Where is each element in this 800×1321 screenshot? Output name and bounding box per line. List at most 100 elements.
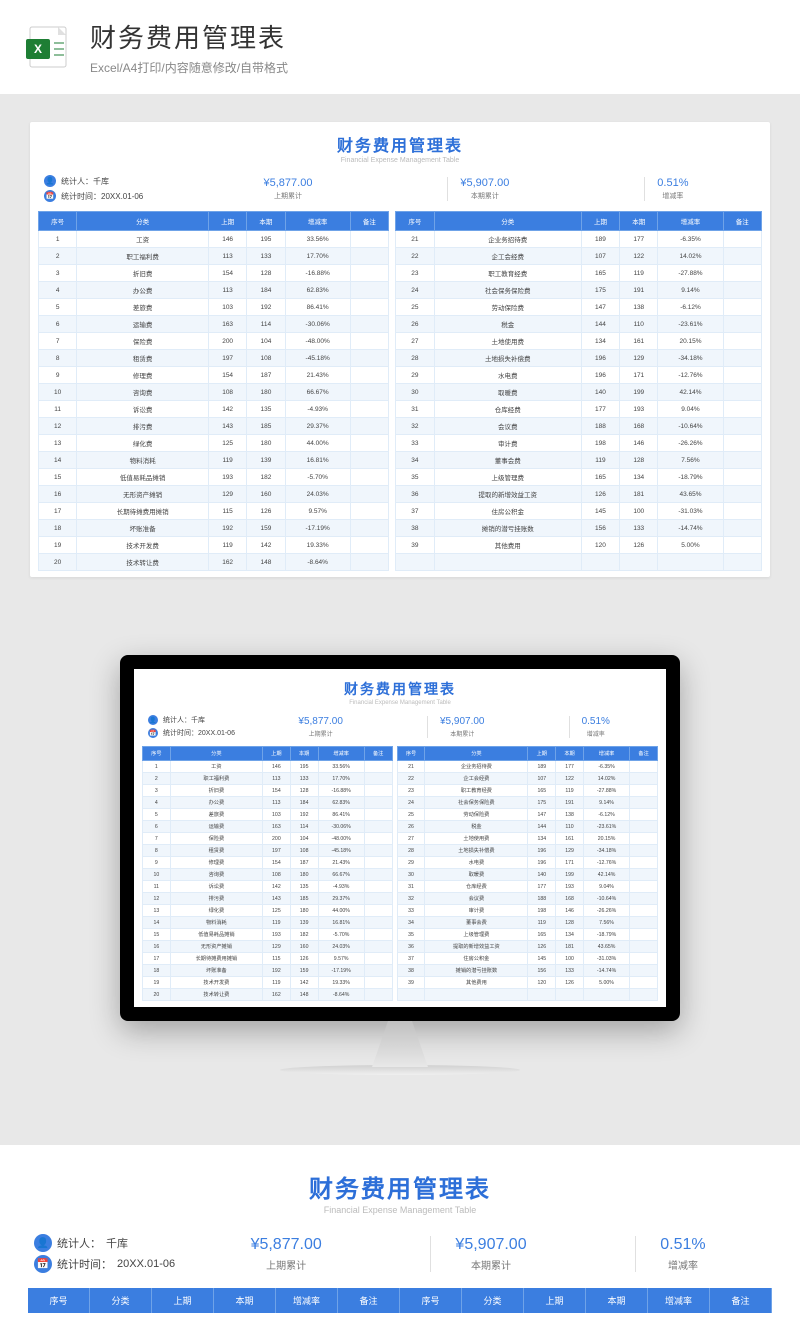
col-header: 上期	[208, 212, 246, 231]
col-header: 序号	[397, 747, 425, 761]
col-header: 本期	[620, 212, 658, 231]
stat-value: ¥5,877.00	[251, 1236, 322, 1254]
col-header: 本期	[586, 1288, 648, 1313]
table-row: 14物料消耗11913916.81%34董事会费1191287.56%	[39, 452, 762, 469]
stat-label: 增减率	[657, 191, 688, 201]
col-header: 备注	[350, 212, 388, 231]
col-header: 分类	[434, 212, 581, 231]
table-row: 3折旧费154128-16.88%23职工教育经费165119-27.88%	[143, 785, 658, 797]
table-row: 7保险费200104-48.00%27土地使用费13416120.15%	[143, 833, 658, 845]
calendar-icon: 📅	[148, 728, 158, 738]
person-value: 千库	[106, 1235, 128, 1251]
table-row: 1工资14619533.56%21企业务招待费189177-6.35%	[143, 761, 658, 773]
calendar-icon: 📅	[44, 190, 56, 202]
stat-label: 上期累计	[251, 1257, 322, 1272]
sheet-subtitle: Financial Expense Management Table	[28, 1205, 772, 1215]
monitor-mockup: 财务费用管理表 Financial Expense Management Tab…	[0, 605, 800, 1145]
col-header: 增减率	[648, 1288, 710, 1313]
col-header: 分类	[425, 747, 528, 761]
stat-value: 0.51%	[660, 1236, 705, 1254]
table-row: 10咨询费10818066.67%30取暖费14019942.14%	[143, 869, 658, 881]
spreadsheet-preview-flat: 财务费用管理表 Financial Expense Management Tab…	[30, 122, 770, 577]
table-row: 18坏账准备192159-17.19%38摊销的潜亏挂账数156133-14.7…	[39, 520, 762, 537]
sheet-title: 财务费用管理表	[38, 132, 762, 156]
spreadsheet-preview-monitor: 财务费用管理表 Financial Expense Management Tab…	[134, 669, 666, 1007]
table-row: 15低值易耗品摊销193182-5.70%35上级管理费165134-18.79…	[39, 469, 762, 486]
stat-value: ¥5,877.00	[298, 716, 343, 727]
stat-value: ¥5,907.00	[455, 1236, 526, 1254]
person-text: 统计人：千库	[61, 176, 109, 187]
table-row: 12排污费14318529.37%32会议费188168-10.64%	[143, 893, 658, 905]
table-row: 13绿化费12518044.00%33审计费198146-26.26%	[39, 435, 762, 452]
table-row: 19技术开发费11914219.33%39其他费用1201265.00%	[39, 537, 762, 554]
col-header: 备注	[710, 1288, 772, 1313]
table-row: 15低值易耗品摊销193182-5.70%35上级管理费165134-18.79…	[143, 929, 658, 941]
stat-label: 本期累计	[440, 729, 485, 738]
time-text: 统计时间：20XX.01-06	[61, 191, 143, 202]
col-header: 本期	[556, 747, 584, 761]
table-row: 11诉讼费142135-4.93%31仓库经费1771939.04%	[143, 881, 658, 893]
product-subtitle: Excel/A4打印/内容随意修改/自带格式	[90, 59, 288, 76]
expense-table: 序号分类上期本期增减率备注序号分类上期本期增减率备注1工资14619533.56…	[142, 746, 658, 1001]
time-label: 统计时间：	[57, 1256, 112, 1272]
col-header: 增减率	[583, 747, 629, 761]
col-header: 上期	[524, 1288, 586, 1313]
table-row: 4办公费11318462.83%24社会保务保险费1751919.14%	[143, 797, 658, 809]
col-header: 上期	[152, 1288, 214, 1313]
table-row: 10咨询费10818066.67%30取暖费14019942.14%	[39, 384, 762, 401]
stat-label: 本期累计	[460, 191, 509, 201]
col-header: 增减率	[276, 1288, 338, 1313]
person-label: 统计人：	[57, 1235, 101, 1251]
table-row: 16无形资产摊销12916024.03%36提取的新增效益工资12618143.…	[143, 941, 658, 953]
stat-value: 0.51%	[657, 177, 688, 189]
col-header: 上期	[581, 212, 619, 231]
product-header: X 财务费用管理表 Excel/A4打印/内容随意修改/自带格式	[0, 0, 800, 94]
col-header: 序号	[143, 747, 171, 761]
stat-block: ¥5,907.00 本期累计	[447, 177, 521, 201]
table-row: 5差旅费10319286.41%25劳动保险费147138-6.12%	[39, 299, 762, 316]
col-header: 序号	[39, 212, 77, 231]
person-icon: 👤	[148, 715, 158, 725]
col-header: 序号	[396, 212, 434, 231]
table-row: 4办公费11318462.83%24社会保务保险费1751919.14%	[39, 282, 762, 299]
monitor-stand	[350, 1021, 450, 1067]
svg-text:X: X	[34, 42, 42, 56]
table-row: 8租赁费197108-45.18%28土地损失补偿费196129-34.18%	[143, 845, 658, 857]
table-row: 13绿化费12518044.00%33审计费198146-26.26%	[143, 905, 658, 917]
col-header: 分类	[462, 1288, 524, 1313]
col-header: 备注	[364, 747, 392, 761]
table-row: 3折旧费154128-16.88%23职工教育经费165119-27.88%	[39, 265, 762, 282]
table-row: 8租赁费197108-45.18%28土地损失补偿费196129-34.18%	[39, 350, 762, 367]
col-header: 备注	[630, 747, 658, 761]
table-row: 9修理费15418721.43%29水电费196171-12.76%	[39, 367, 762, 384]
calendar-icon: 📅	[34, 1255, 52, 1273]
table-row: 17长期待摊费用摊销1151269.57%37住房公积金145100-31.03…	[39, 503, 762, 520]
table-row: 18坏账准备192159-17.19%38摊销的潜亏挂账数156133-14.7…	[143, 965, 658, 977]
col-header: 分类	[77, 212, 209, 231]
table-row: 6运输费163114-30.06%26税金144110-23.61%	[39, 316, 762, 333]
stat-block: 0.51%增减率	[569, 716, 622, 738]
stat-block: ¥5,907.00本期累计	[427, 716, 497, 738]
time-value: 20XX.01-06	[117, 1258, 175, 1270]
sheet-subtitle: Financial Expense Management Table	[142, 700, 658, 706]
person-icon: 👤	[44, 175, 56, 187]
sheet-title: 财务费用管理表	[28, 1169, 772, 1204]
stat-block: ¥5,877.00 上期累计	[286, 716, 355, 738]
table-row: 12排污费14318529.37%32会议费188168-10.64%	[39, 418, 762, 435]
stat-block: ¥5,877.00 上期累计	[227, 1236, 346, 1272]
stat-label: 上期累计	[264, 191, 313, 201]
col-header: 序号	[400, 1288, 462, 1313]
col-header: 序号	[28, 1288, 90, 1313]
col-header: 增减率	[318, 747, 364, 761]
stat-value: ¥5,907.00	[460, 177, 509, 189]
spreadsheet-preview-zoom: 财务费用管理表 Financial Expense Management Tab…	[0, 1145, 800, 1321]
stat-label: 上期累计	[298, 729, 343, 738]
table-row: 17长期待摊费用摊销1151269.57%37住房公积金145100-31.03…	[143, 953, 658, 965]
table-row: 7保险费200104-48.00%27土地使用费13416120.15%	[39, 333, 762, 350]
table-row: 5差旅费10319286.41%25劳动保险费147138-6.12%	[143, 809, 658, 821]
person-text: 统计人：千库	[163, 715, 205, 725]
stat-block: ¥5,877.00上期累计	[252, 177, 325, 201]
stat-label: 增减率	[582, 729, 610, 738]
table-row: 2职工福利费11313317.70%22企工会经费10712214.02%	[143, 773, 658, 785]
sheet-subtitle: Financial Expense Management Table	[38, 157, 762, 164]
